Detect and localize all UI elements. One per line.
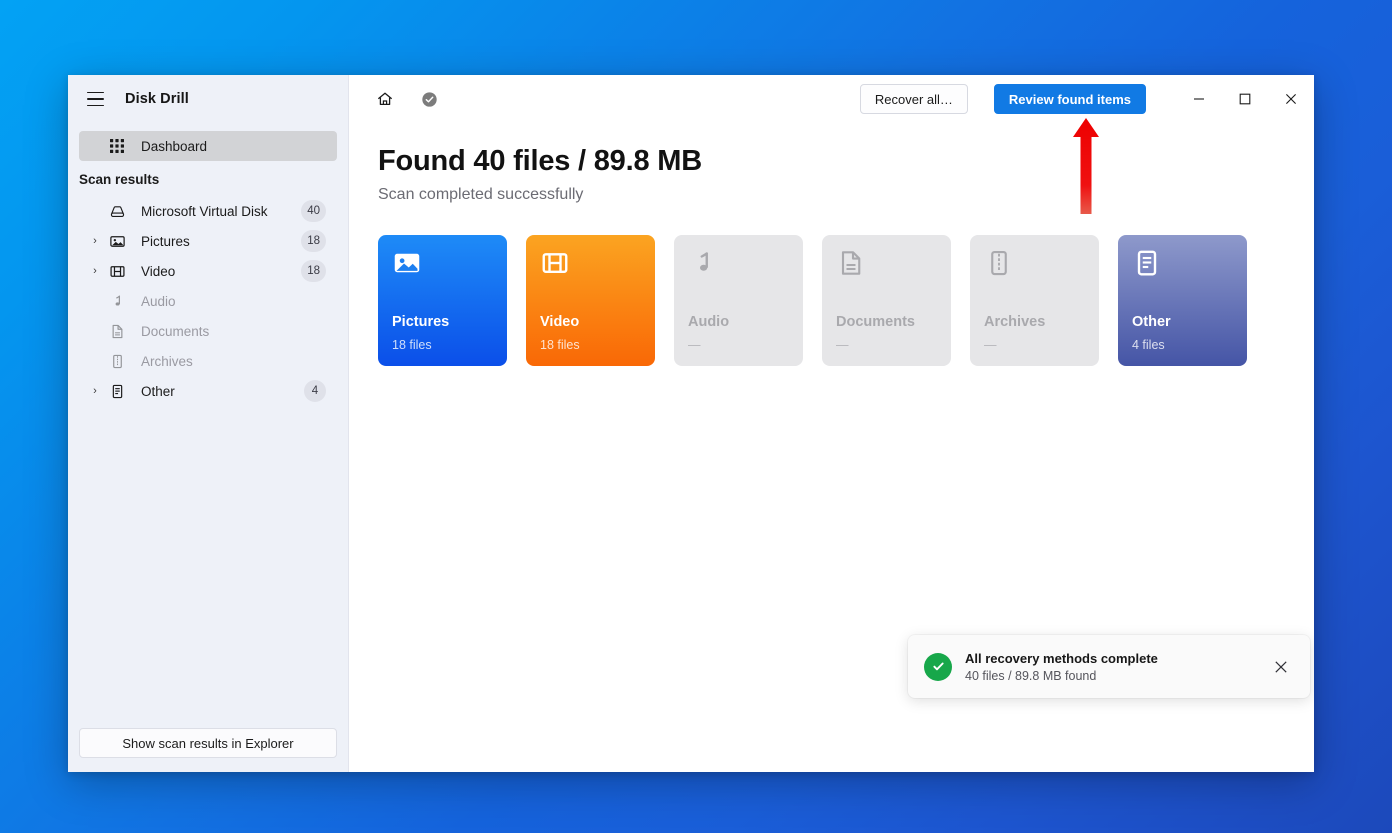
category-card-audio[interactable]: Audio — bbox=[674, 235, 803, 366]
sidebar-item-label: Dashboard bbox=[141, 139, 337, 154]
disk-drill-window: Disk Drill › bbox=[68, 75, 1314, 772]
category-card-name: Archives bbox=[984, 314, 1045, 330]
category-card-name: Audio bbox=[688, 314, 729, 330]
category-card-pictures[interactable]: Pictures 18 files bbox=[378, 235, 507, 366]
category-card-video[interactable]: Video 18 files bbox=[526, 235, 655, 366]
document-icon bbox=[105, 321, 129, 341]
category-card-count: — bbox=[688, 338, 701, 352]
toast-title: All recovery methods complete bbox=[965, 651, 1255, 666]
sidebar-item-microsoft-virtual-disk[interactable]: › Microsoft Virtual Disk 40 bbox=[79, 196, 337, 226]
sidebar-item-label: Pictures bbox=[141, 234, 301, 249]
app-title: Disk Drill bbox=[125, 91, 189, 107]
sidebar-item-badge: 18 bbox=[301, 260, 326, 282]
grid-icon bbox=[105, 136, 129, 156]
dashboard-content: Found 40 files / 89.8 MB Scan completed … bbox=[349, 123, 1314, 366]
category-card-name: Video bbox=[540, 314, 579, 330]
category-card-count: — bbox=[836, 338, 849, 352]
category-card-count: 18 files bbox=[392, 338, 432, 352]
picture-icon bbox=[392, 248, 507, 286]
sidebar-item-archives[interactable]: › Archives bbox=[79, 346, 337, 376]
sidebar-section-scan-results: Scan results bbox=[68, 161, 348, 196]
disk-icon bbox=[105, 201, 129, 221]
sidebar-item-label: Other bbox=[141, 384, 304, 399]
main-panel: Recover all… Review found items Found bbox=[349, 75, 1314, 772]
category-card-count: 18 files bbox=[540, 338, 580, 352]
category-card-name: Other bbox=[1132, 314, 1171, 330]
sidebar: Disk Drill › bbox=[68, 75, 349, 772]
sidebar-item-badge: 40 bbox=[301, 200, 326, 222]
other-file-icon bbox=[105, 381, 129, 401]
sidebar-item-badge: 4 bbox=[304, 380, 326, 402]
close-icon[interactable] bbox=[1268, 76, 1314, 122]
maximize-icon[interactable] bbox=[1222, 76, 1268, 122]
check-circle-icon bbox=[924, 653, 952, 681]
sidebar-item-other[interactable]: › Other 4 bbox=[79, 376, 337, 406]
category-card-archives[interactable]: Archives — bbox=[970, 235, 1099, 366]
sidebar-item-pictures[interactable]: › Pictures 18 bbox=[79, 226, 337, 256]
sidebar-item-label: Video bbox=[141, 264, 301, 279]
film-icon bbox=[540, 248, 655, 286]
check-circle-icon[interactable] bbox=[415, 85, 443, 113]
close-icon[interactable] bbox=[1268, 654, 1294, 680]
film-icon bbox=[105, 261, 129, 281]
page-title: Found 40 files / 89.8 MB bbox=[378, 145, 1314, 178]
sidebar-item-video[interactable]: › Video 18 bbox=[79, 256, 337, 286]
sidebar-item-label: Audio bbox=[141, 294, 337, 309]
sidebar-header: Disk Drill bbox=[68, 75, 348, 123]
category-card-name: Pictures bbox=[392, 314, 449, 330]
archive-icon bbox=[105, 351, 129, 371]
sidebar-footer: Show scan results in Explorer bbox=[68, 728, 348, 772]
review-found-items-button[interactable]: Review found items bbox=[994, 84, 1146, 114]
category-card-grid: Pictures 18 files Video 18 files bbox=[378, 235, 1314, 366]
toast-text: All recovery methods complete 40 files /… bbox=[965, 651, 1255, 683]
toast-subtitle: 40 files / 89.8 MB found bbox=[965, 669, 1255, 683]
category-card-other[interactable]: Other 4 files bbox=[1118, 235, 1247, 366]
sidebar-item-badge: 18 bbox=[301, 230, 326, 252]
picture-icon bbox=[105, 231, 129, 251]
category-card-name: Documents bbox=[836, 314, 915, 330]
category-card-count: — bbox=[984, 338, 997, 352]
chevron-right-icon[interactable]: › bbox=[85, 226, 105, 256]
other-file-icon bbox=[1132, 248, 1247, 286]
sidebar-item-dashboard[interactable]: › bbox=[79, 131, 337, 161]
chevron-right-icon[interactable]: › bbox=[85, 376, 105, 406]
sidebar-item-label: Microsoft Virtual Disk bbox=[141, 204, 301, 219]
sidebar-item-label: Archives bbox=[141, 354, 337, 369]
chevron-right-icon[interactable]: › bbox=[85, 256, 105, 286]
scan-status-text: Scan completed successfully bbox=[378, 186, 1314, 204]
category-card-documents[interactable]: Documents — bbox=[822, 235, 951, 366]
window-controls bbox=[1176, 76, 1314, 122]
toolbar: Recover all… Review found items bbox=[349, 75, 1314, 123]
music-note-icon bbox=[105, 291, 129, 311]
archive-icon bbox=[984, 248, 1099, 286]
sidebar-item-audio[interactable]: › Audio bbox=[79, 286, 337, 316]
sidebar-item-documents[interactable]: › Documents bbox=[79, 316, 337, 346]
toast-notification: All recovery methods complete 40 files /… bbox=[908, 635, 1310, 698]
category-card-count: 4 files bbox=[1132, 338, 1165, 352]
music-note-icon bbox=[688, 248, 803, 286]
recover-all-button[interactable]: Recover all… bbox=[860, 84, 968, 114]
sidebar-nav: › bbox=[68, 123, 348, 728]
document-icon bbox=[836, 248, 951, 286]
minimize-icon[interactable] bbox=[1176, 76, 1222, 122]
show-scan-results-in-explorer-button[interactable]: Show scan results in Explorer bbox=[79, 728, 337, 758]
hamburger-menu-icon[interactable] bbox=[79, 83, 111, 115]
sidebar-item-label: Documents bbox=[141, 324, 337, 339]
home-icon[interactable] bbox=[371, 85, 399, 113]
